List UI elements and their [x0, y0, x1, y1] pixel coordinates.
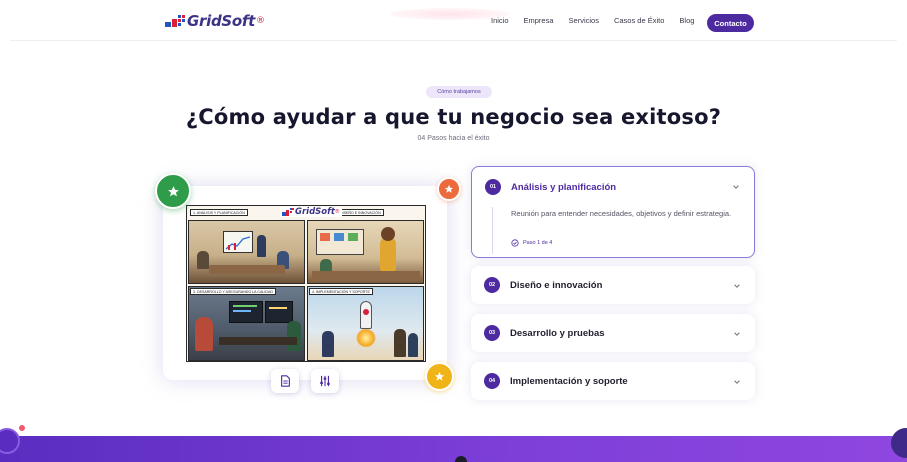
step-number-badge: 01: [485, 179, 501, 195]
step-accordion-item-4[interactable]: 04 Implementación y soporte: [471, 362, 755, 400]
comic-panel-2: [307, 220, 424, 284]
person-figure: [257, 235, 266, 257]
step-description: Reunión para entender necesidades, objet…: [511, 209, 732, 218]
step-progress: Paso 1 de 4: [511, 239, 552, 247]
logo-text: GridSoft: [187, 12, 255, 30]
header-divider: [10, 40, 897, 41]
document-button[interactable]: [271, 369, 299, 393]
panel-label-3: 3. DESARROLLO Y ASEGURANDO LA CALIDAD: [190, 288, 276, 295]
settings-button[interactable]: [311, 369, 339, 393]
check-circle-icon: [511, 239, 519, 247]
comic-panel-3: [188, 286, 305, 361]
step-connector-line: [492, 207, 493, 254]
sketch-note: [334, 233, 344, 241]
person-figure: [195, 317, 213, 351]
rocket: [360, 301, 372, 329]
panel-label-1: 1. ANÁLISIS Y PLANIFICACIÓN: [190, 209, 248, 216]
step-title: Análisis y planificación: [511, 182, 617, 193]
desk: [219, 337, 297, 345]
step-number-badge: 04: [484, 373, 500, 389]
nav-link-blog[interactable]: Blog: [679, 16, 694, 25]
notification-dot: [18, 424, 26, 432]
code-lines: [269, 307, 287, 309]
step-number-badge: 02: [484, 277, 500, 293]
section-title: ¿Cómo ayudar a que tu negocio sea exitos…: [185, 105, 722, 129]
panel-label-4: 4. IMPLEMENTACIÓN Y SOPORTE: [309, 288, 373, 295]
document-icon: [280, 375, 290, 387]
logo-grid-icon: [282, 207, 294, 217]
step-accordion-item-2[interactable]: 02 Diseño e innovación: [471, 266, 755, 304]
sliders-icon: [320, 375, 330, 387]
chart-line-icon: [225, 236, 251, 250]
person-head: [381, 227, 395, 241]
person-figure: [287, 321, 301, 351]
code-lines: [233, 310, 251, 312]
step-progress-label: Paso 1 de 4: [523, 240, 553, 246]
illustration-logo-text: GridSoft: [295, 207, 335, 217]
illustration-logo-mark: ®: [334, 209, 340, 215]
person-figure: [380, 237, 396, 271]
nav-link-empresa[interactable]: Empresa: [524, 16, 554, 25]
person-figure: [322, 331, 334, 357]
section-badge: Cómo trabajamos: [426, 86, 492, 98]
site-logo[interactable]: GridSoft ®: [165, 12, 265, 30]
step-accordion-item-1[interactable]: 01 Análisis y planificación Reunión para…: [471, 166, 755, 258]
logo-grid-icon: [165, 13, 185, 29]
rocket-window: [363, 309, 369, 315]
chevron-down-icon[interactable]: [733, 378, 741, 386]
sketch-note: [348, 233, 358, 241]
star-icon: [444, 184, 454, 193]
step-title: Desarrollo y pruebas: [510, 328, 605, 339]
nav-link-servicios[interactable]: Servicios: [569, 16, 599, 25]
main-nav: Inicio Empresa Servicios Casos de Éxito …: [491, 16, 709, 25]
star-icon: [167, 185, 179, 196]
nav-link-inicio[interactable]: Inicio: [491, 16, 509, 25]
contact-button[interactable]: Contacto: [707, 14, 754, 32]
person-figure: [394, 329, 406, 357]
meeting-table: [209, 265, 285, 274]
step-accordion-item-3[interactable]: 03 Desarrollo y pruebas: [471, 314, 755, 352]
orange-star-badge: [437, 177, 461, 201]
scroll-indicator: [455, 456, 467, 462]
yellow-star-badge: [425, 362, 454, 391]
chevron-down-icon[interactable]: [733, 282, 741, 290]
process-illustration: 1. ANÁLISIS Y PLANIFICACIÓN 2. DISEÑO E …: [186, 205, 426, 362]
step-number-badge: 03: [484, 325, 500, 341]
person-figure: [408, 333, 418, 357]
sketch-note: [320, 233, 330, 241]
star-icon: [434, 371, 445, 381]
section-subtitle: 04 Pasos hacia el éxito: [417, 135, 490, 142]
monitor: [265, 301, 293, 323]
logo-registered-mark: ®: [256, 16, 265, 26]
comic-panel-4: [307, 286, 424, 361]
footer-gradient-band: [0, 436, 907, 462]
chevron-down-icon[interactable]: [732, 183, 740, 191]
code-lines: [233, 305, 257, 307]
illustration-logo: GridSoft ®: [280, 207, 342, 217]
chevron-down-icon[interactable]: [733, 330, 741, 338]
step-title: Implementación y soporte: [510, 376, 628, 387]
nav-link-casos-de-exito[interactable]: Casos de Éxito: [614, 16, 664, 25]
person-figure: [197, 251, 209, 269]
green-star-badge: [155, 173, 191, 209]
rocket-flame: [356, 329, 376, 347]
step-title: Diseño e innovación: [510, 280, 603, 291]
site-header: GridSoft ® Inicio Empresa Servicios Caso…: [0, 0, 907, 40]
design-table: [312, 271, 420, 281]
comic-panel-1: [188, 220, 305, 284]
